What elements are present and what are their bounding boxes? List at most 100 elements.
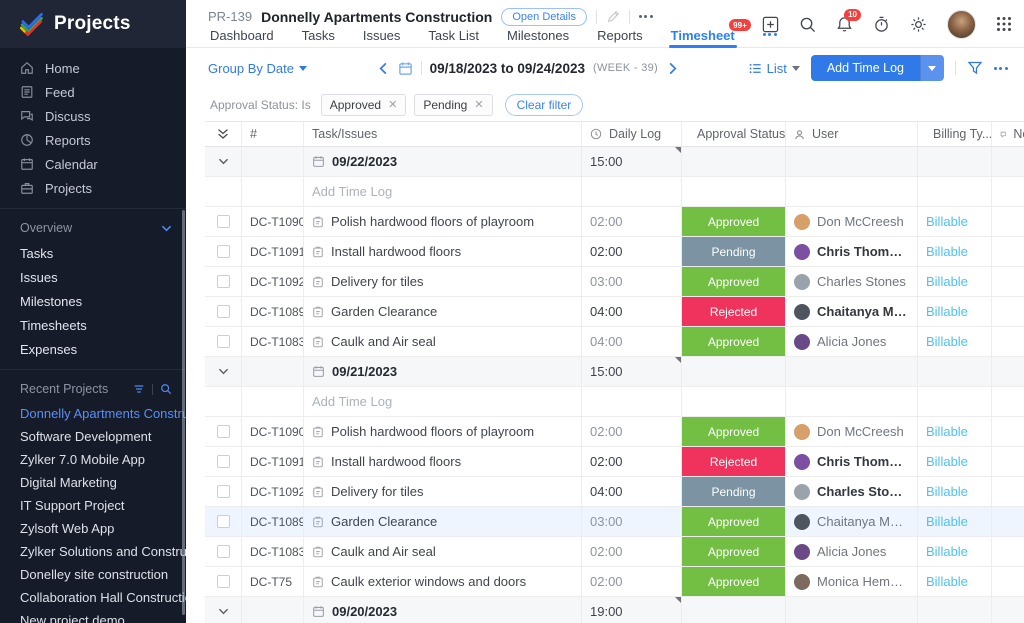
tab-tasks[interactable]: Tasks [302,28,335,48]
remove-chip-icon[interactable]: ✕ [474,98,483,111]
sidebar-recent-project[interactable]: Software Development [0,425,186,448]
row-checkbox[interactable] [216,575,230,588]
row-checkbox[interactable] [216,455,230,468]
filter-chip[interactable]: Approved ✕ [320,93,407,116]
row-checkbox[interactable] [216,215,230,228]
billing-type: Billable [926,334,968,349]
group-by-dropdown[interactable]: Group By Date [208,61,307,76]
filter-list-icon[interactable] [133,383,145,395]
sidebar-recent-project[interactable]: Donnelly Apartments Construction [0,402,186,425]
row-checkbox[interactable] [216,425,230,438]
add-time-log-button[interactable]: Add Time Log [810,55,944,81]
sidebar-item-reports[interactable]: Reports [0,128,186,152]
column-header-notes[interactable]: Notes [992,122,1024,146]
group-collapse-toggle[interactable] [205,357,242,386]
sidebar-item-home[interactable]: Home [0,56,186,80]
task-name: Caulk and Air seal [331,544,436,559]
more-actions-icon[interactable] [638,15,653,18]
user-name: Don McCreesh [817,424,904,439]
task-name: Polish hardwood floors of playroom [331,214,535,229]
add-new-icon[interactable] [762,16,779,33]
sidebar-item-milestones[interactable]: Milestones [0,289,186,313]
time-log-row: DC-T1089 Garden Clearance 03:00 Approved… [205,507,1024,537]
group-collapse-toggle[interactable] [205,597,242,623]
chevron-right-icon[interactable] [666,62,679,75]
sidebar-item-expenses[interactable]: Expenses [0,337,186,361]
filter-chip[interactable]: Pending ✕ [414,93,493,116]
row-checkbox[interactable] [216,245,230,258]
calendar-picker-icon[interactable] [398,61,413,76]
add-time-log-row[interactable]: Add Time Log [205,177,1024,207]
row-checkbox[interactable] [216,335,230,348]
caret-down-icon [791,65,800,71]
clear-filter-button[interactable]: Clear filter [504,93,584,116]
sidebar-item-feed[interactable]: Feed [0,80,186,104]
sidebar-item-discuss[interactable]: Discuss [0,104,186,128]
sidebar-recent-project[interactable]: IT Support Project [0,494,186,517]
brand[interactable]: Projects [0,0,186,48]
tab-dashboard[interactable]: Dashboard [210,28,274,48]
add-time-log-dropdown[interactable] [919,55,944,81]
view-switch-dropdown[interactable]: List [749,61,800,76]
overview-label: Overview [20,221,73,235]
row-checkbox[interactable] [216,485,230,498]
sidebar-recent-project[interactable]: Zylker 7.0 Mobile App [0,448,186,471]
user-name: Charles Stones [817,484,909,499]
sidebar-recent-project[interactable]: Zylker Solutions and Construction [0,540,186,563]
notes-icon [1000,131,1006,138]
sidebar-item-projects[interactable]: Projects [0,176,186,200]
user-avatar[interactable] [947,9,976,39]
timesheet-table: # Task/Issues Daily Log Approval Status … [186,121,1024,623]
column-header-task[interactable]: Task/Issues [304,122,582,146]
collapse-all-header[interactable] [205,122,242,146]
overview-section-header[interactable]: Overview [0,215,186,241]
sidebar-recent-project[interactable]: New project demo [0,609,186,623]
sidebar-recent-project[interactable]: Digital Marketing [0,471,186,494]
user-avatar [794,573,810,590]
more-options-icon[interactable] [993,66,1008,70]
column-header-billing-type[interactable]: Billing Ty... [918,122,992,146]
tab-timesheet[interactable]: Timesheet 99+ [668,19,751,48]
apps-grid-icon[interactable] [996,16,1012,32]
sidebar-item-label: Discuss [45,108,91,124]
column-header-id[interactable]: # [242,122,304,146]
edit-pencil-icon[interactable] [606,10,620,24]
sidebar-item-calendar[interactable]: Calendar [0,152,186,176]
chevron-left-icon[interactable] [377,62,390,75]
group-collapse-toggle[interactable] [205,147,242,176]
tab-reports[interactable]: Reports [597,28,643,48]
sidebar-item-label: Calendar [45,156,98,172]
task-name: Caulk exterior windows and doors [331,574,527,589]
tab-milestones[interactable]: Milestones [507,28,569,48]
sidebar-item-timesheets[interactable]: Timesheets [0,313,186,337]
settings-gear-icon[interactable] [910,16,927,33]
row-checkbox[interactable] [216,305,230,318]
add-time-log-row[interactable]: Add Time Log [205,387,1024,417]
sidebar-recent-project[interactable]: Collaboration Hall Construction [0,586,186,609]
tab-issues[interactable]: Issues [363,28,401,48]
sidebar-recent-project[interactable]: Donelley site construction [0,563,186,586]
user-name: Alicia Jones [817,544,887,559]
row-checkbox[interactable] [216,275,230,288]
search-icon[interactable] [799,16,816,33]
sidebar-scrollbar[interactable] [182,210,185,615]
row-checkbox[interactable] [216,545,230,558]
column-header-user[interactable]: User [786,122,918,146]
search-icon[interactable] [160,383,172,395]
notifications-bell-icon[interactable]: 10 [836,8,861,33]
sidebar-item-issues[interactable]: Issues [0,265,186,289]
sidebar-recent-project[interactable]: Zylsoft Web App [0,517,186,540]
column-header-approval-status[interactable]: Approval Status [682,122,786,146]
filter-funnel-icon[interactable] [967,60,983,76]
notification-count-badge: 10 [844,8,861,21]
user-name: Monica Hemsworth [817,574,909,589]
timer-icon[interactable] [873,16,890,33]
sidebar-item-tasks[interactable]: Tasks [0,241,186,265]
tab-task-list[interactable]: Task List [428,28,479,48]
open-details-button[interactable]: Open Details [501,7,587,26]
remove-chip-icon[interactable]: ✕ [388,98,397,111]
date-range-label[interactable]: 09/18/2023 to 09/24/2023 [430,61,585,76]
time-log-row: DC-T1092 Delivery for tiles 04:00 Pendin… [205,477,1024,507]
column-header-daily-log[interactable]: Daily Log [582,122,682,146]
row-checkbox[interactable] [216,515,230,528]
